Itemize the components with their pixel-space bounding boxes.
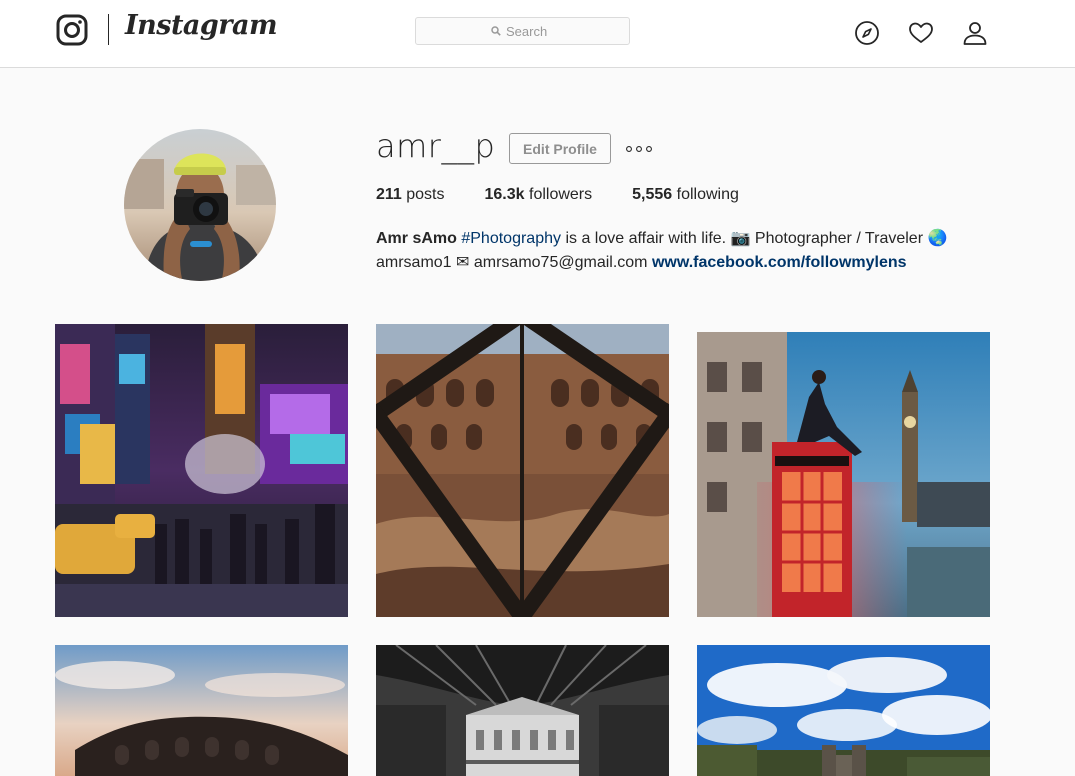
edit-profile-button[interactable]: Edit Profile: [509, 133, 611, 164]
following-count[interactable]: 5,556 following: [632, 186, 739, 204]
search-input[interactable]: [506, 23, 554, 39]
post-image-bw-arcade: [376, 645, 669, 776]
post-image-colosseum-interior: [376, 324, 669, 617]
post-thumbnail[interactable]: [55, 324, 348, 617]
bio-hashtag-link[interactable]: #Photography: [461, 230, 561, 247]
search-icon: [491, 26, 501, 36]
avatar-photo: [124, 129, 276, 281]
instagram-logo-icon[interactable]: [56, 14, 88, 46]
bio-text-line-1: is a love affair with life. 📷 Photograph…: [561, 230, 948, 247]
posts-count: 211 posts: [376, 186, 445, 204]
post-image-colosseum-exterior: [55, 645, 348, 776]
post-thumbnail[interactable]: [697, 332, 990, 617]
bio-full-name: Amr sAmo: [376, 230, 457, 247]
profile-username: amr__p: [376, 127, 496, 165]
compass-icon[interactable]: [854, 20, 880, 46]
post-image-london-phone-booth: [697, 332, 990, 617]
more-options-icon[interactable]: [625, 141, 653, 157]
post-thumbnail[interactable]: [697, 645, 990, 776]
post-thumbnail[interactable]: [376, 324, 669, 617]
post-thumbnail[interactable]: [376, 645, 669, 776]
post-image-times-square: [55, 324, 348, 617]
profile-avatar[interactable]: [124, 129, 276, 281]
followers-label: followers: [524, 186, 593, 203]
search-box[interactable]: [415, 17, 630, 45]
posts-number: 211: [376, 186, 402, 203]
person-icon[interactable]: [962, 20, 988, 46]
followers-number: 16.3k: [484, 186, 525, 203]
profile-stats: 211 posts 16.3k followers 5,556 followin…: [376, 186, 779, 204]
post-thumbnail[interactable]: [55, 645, 348, 776]
instagram-wordmark[interactable]: Instagram: [125, 10, 278, 41]
following-number: 5,556: [632, 186, 673, 203]
top-navigation-bar: Instagram: [0, 0, 1075, 68]
logo-divider: [108, 14, 109, 45]
heart-icon[interactable]: [908, 20, 934, 46]
bio-website-link[interactable]: www.facebook.com/followmylens: [652, 254, 907, 271]
following-label: following: [672, 186, 739, 203]
followers-count[interactable]: 16.3k followers: [485, 186, 593, 204]
bio-text-line-2: amrsamo1 ✉ amrsamo75@gmail.com: [376, 254, 652, 271]
post-image-notre-dame: [697, 645, 990, 776]
profile-bio: Amr sAmo #Photography is a love affair w…: [376, 227, 996, 275]
posts-label: posts: [401, 186, 445, 203]
